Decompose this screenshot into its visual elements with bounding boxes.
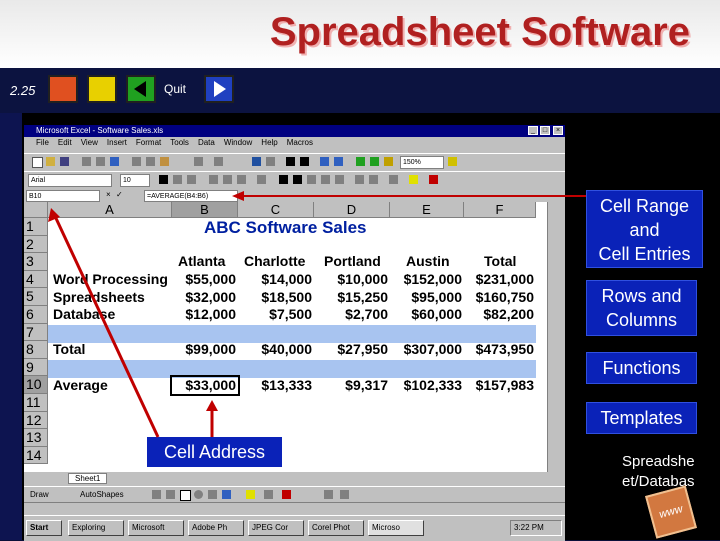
arrow-cell-address-to-a: [52, 213, 160, 438]
callout-arrows: [48, 191, 586, 438]
arrow-cell-range-head: [232, 191, 244, 201]
arrow-cell-address-to-b10-head: [206, 400, 218, 411]
